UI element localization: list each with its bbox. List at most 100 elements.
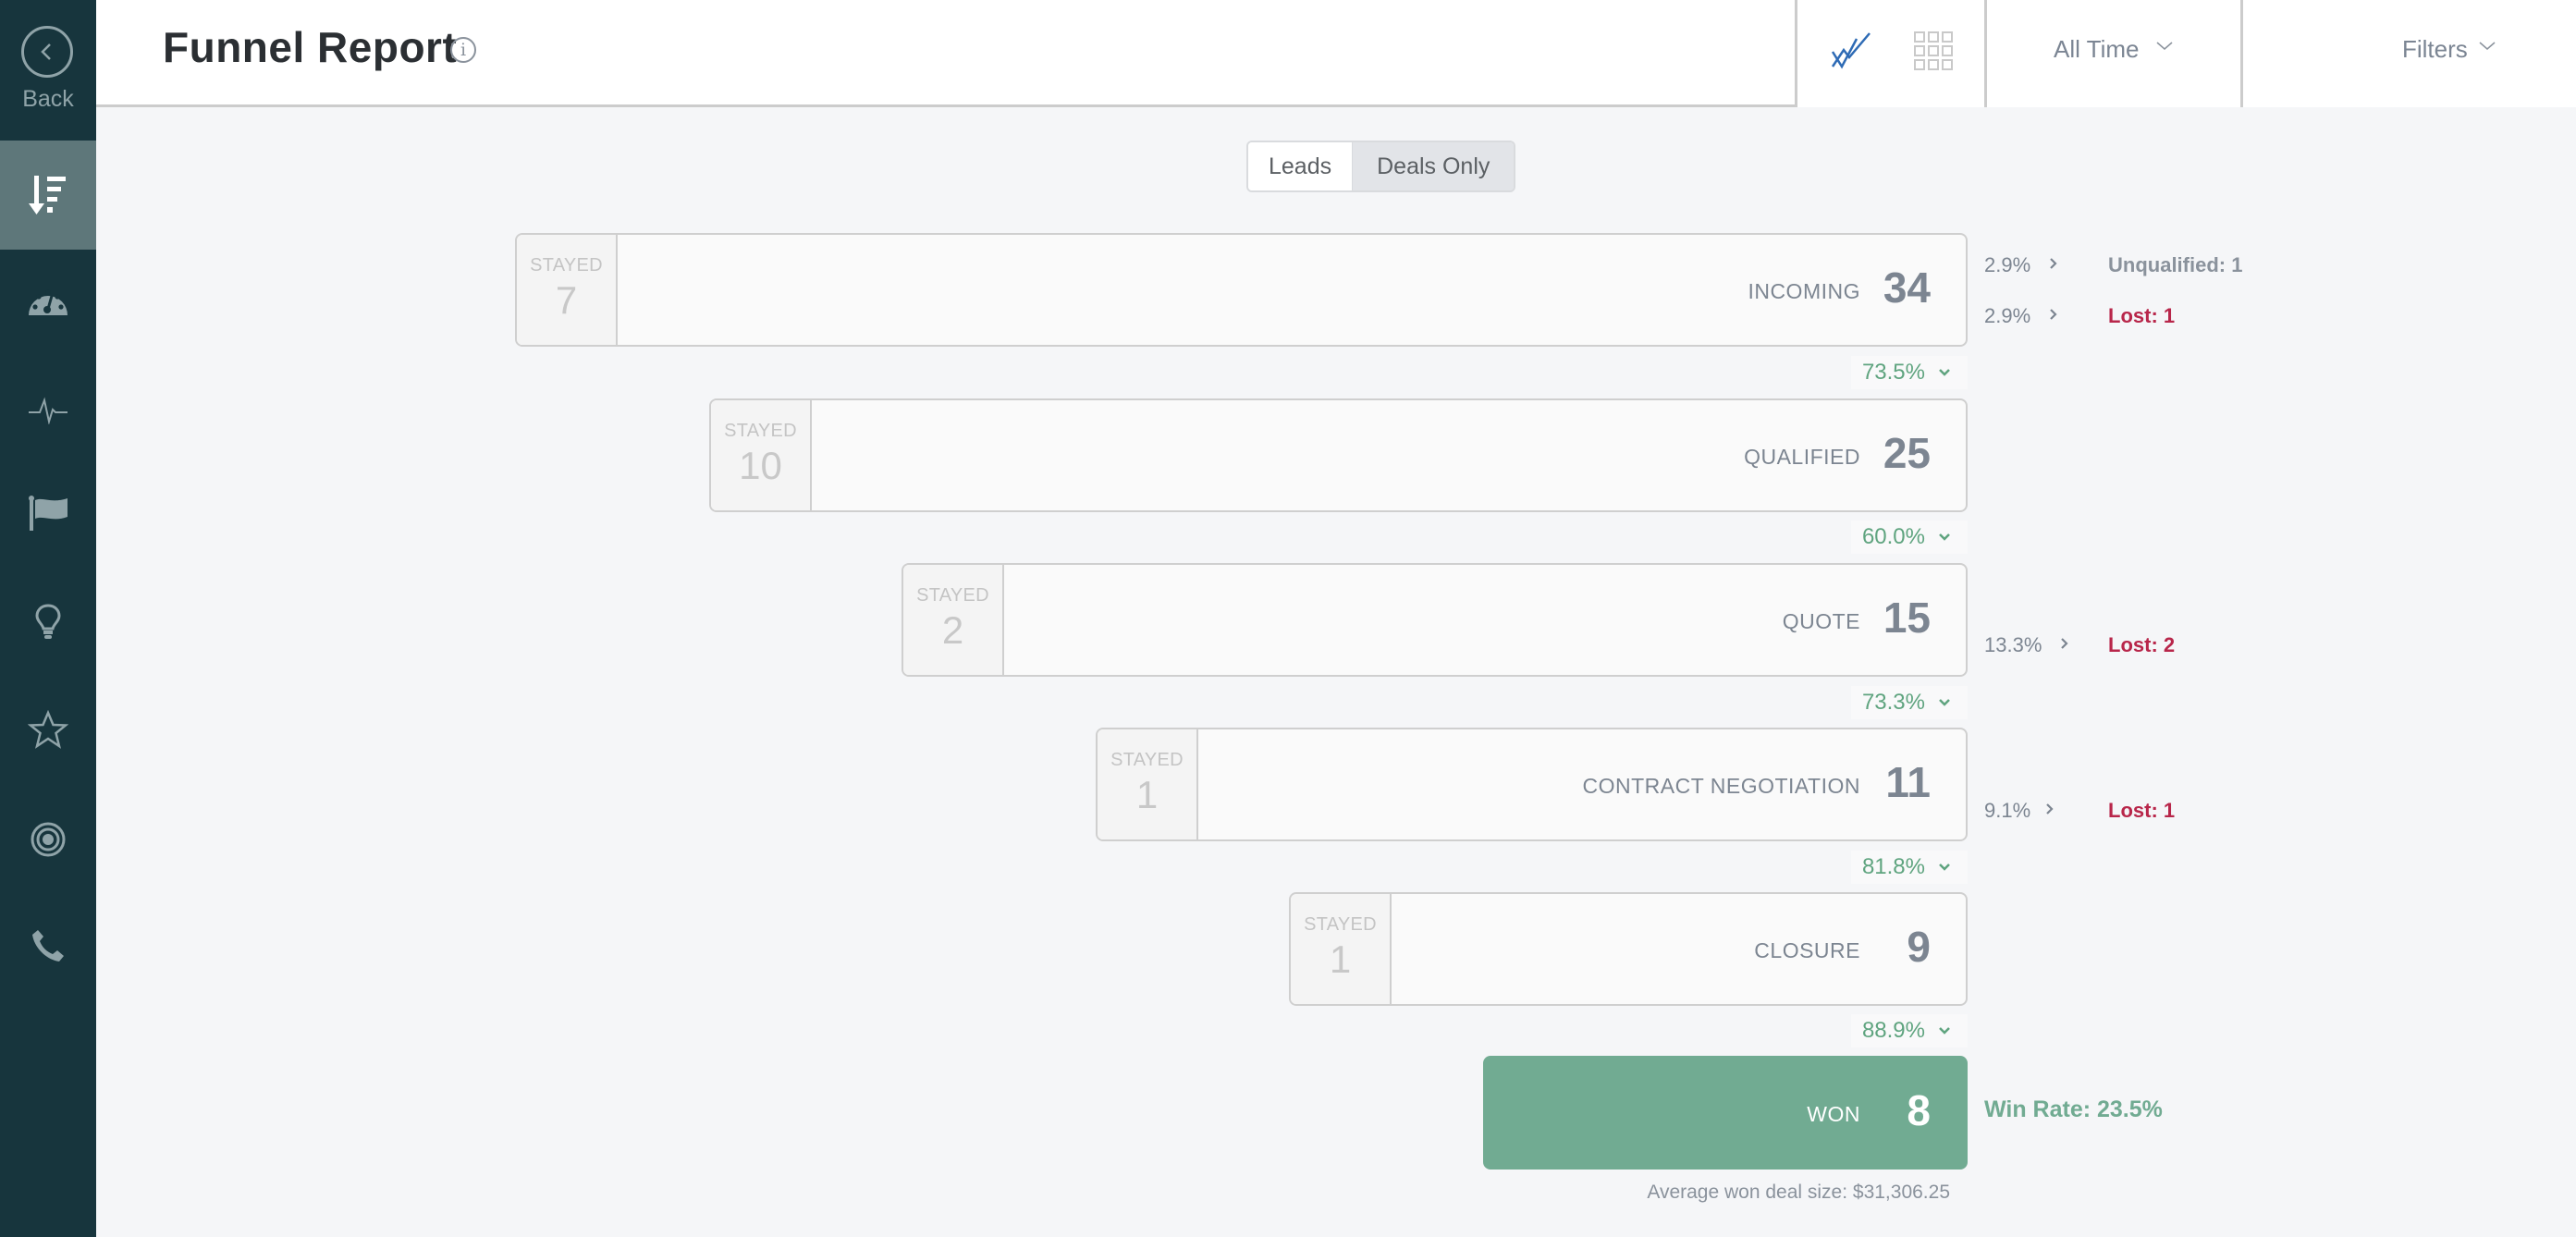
chevron-right-icon: [2049, 308, 2108, 325]
toggle-leads[interactable]: Leads: [1248, 142, 1353, 190]
filters-label: Filters: [2402, 35, 2468, 63]
funnel-stage-closure[interactable]: STAYED 1 CLOSURE 9: [1289, 892, 1968, 1006]
chevron-down-icon: [1939, 1027, 1950, 1035]
chevron-down-icon: [2156, 42, 2173, 50]
sidebar-item-insights[interactable]: [0, 568, 96, 677]
lightbulb-icon: [35, 604, 61, 639]
trend-view-button[interactable]: [1829, 28, 1875, 74]
back-button[interactable]: Back: [0, 0, 96, 129]
funnel-stage-contract-negotiation[interactable]: STAYED 1 CONTRACT NEGOTIATION 11: [1096, 728, 1968, 841]
stayed-label: STAYED: [530, 255, 603, 276]
chevron-right-icon: [2045, 802, 2108, 820]
exit-percent: 9.1%: [1984, 799, 2031, 822]
stayed-label: STAYED: [724, 421, 797, 441]
stayed-value: 1: [1329, 937, 1352, 981]
stage-name: WON: [1807, 1102, 1860, 1126]
sidebar-item-favorites[interactable]: [0, 675, 96, 784]
chevron-down-icon: [1939, 699, 1950, 706]
target-icon: [31, 822, 66, 857]
exit-label: Lost: 1: [2108, 799, 2176, 822]
exit-row-lost[interactable]: 13.3% Lost: 2: [1984, 631, 2175, 659]
exit-row-lost[interactable]: 2.9% Lost: 1: [1984, 302, 2175, 330]
sidebar: Back: [0, 0, 96, 1237]
info-icon[interactable]: i: [450, 37, 476, 63]
funnel-stage-incoming[interactable]: STAYED 7 INCOMING 34: [515, 233, 1968, 347]
conversion-rate[interactable]: 73.3%: [1851, 686, 1968, 719]
sidebar-item-goals[interactable]: [0, 459, 96, 568]
conversion-value: 81.8%: [1861, 854, 1925, 879]
stage-count: 15: [1883, 594, 1931, 642]
sidebar-item-funnel[interactable]: [0, 141, 96, 250]
funnel-stage-quote[interactable]: STAYED 2 QUOTE 15: [902, 563, 1968, 677]
leads-deals-toggle: Leads Deals Only: [1246, 141, 1516, 192]
speedometer-icon: [29, 289, 67, 315]
exit-percent: 2.9%: [1984, 304, 2031, 327]
stage-name: CONTRACT NEGOTIATION: [1582, 774, 1860, 798]
stage-name: QUOTE: [1782, 609, 1860, 633]
stayed-value: 7: [555, 278, 578, 322]
stayed-value: 10: [739, 444, 782, 487]
stayed-value: 1: [1135, 773, 1159, 816]
chevron-right-icon: [2049, 257, 2108, 275]
stayed-label: STAYED: [1304, 914, 1377, 935]
exit-percent: 13.3%: [1984, 633, 2042, 656]
stage-count: 25: [1883, 429, 1931, 477]
stayed-box: STAYED 1: [1291, 894, 1392, 1004]
exit-percent: 2.9%: [1984, 253, 2031, 276]
exit-row-lost[interactable]: 9.1% Lost: 1: [1984, 797, 2175, 825]
chevron-down-icon: [2479, 42, 2496, 50]
stage-name: INCOMING: [1748, 279, 1860, 303]
sidebar-item-activity[interactable]: [0, 356, 96, 465]
stayed-label: STAYED: [916, 585, 989, 606]
stayed-box: STAYED 1: [1098, 729, 1198, 839]
stage-count: 11: [1885, 758, 1931, 806]
chevron-down-icon: [1939, 369, 1950, 376]
stage-name: CLOSURE: [1754, 938, 1860, 962]
time-range-label: All Time: [2054, 35, 2140, 63]
filters-dropdown[interactable]: Filters: [2243, 0, 2576, 107]
chevron-down-icon: [1939, 863, 1950, 871]
stayed-value: 2: [941, 608, 964, 652]
funnel-stage-qualified[interactable]: STAYED 10 QUALIFIED 25: [709, 398, 1968, 512]
back-arrow-icon: [21, 26, 73, 78]
stage-count: 9: [1907, 923, 1931, 971]
funnel-stage-won[interactable]: WON 8: [1483, 1056, 1968, 1170]
trend-check-icon: [1831, 32, 1871, 69]
view-switcher: [1797, 0, 1987, 107]
conversion-value: 88.9%: [1861, 1018, 1925, 1043]
sidebar-item-calls[interactable]: [0, 891, 96, 1000]
conversion-rate[interactable]: 60.0%: [1851, 521, 1968, 554]
flag-icon: [29, 496, 67, 531]
stayed-box: STAYED 7: [517, 235, 618, 345]
exit-label: Lost: 2: [2108, 633, 2176, 656]
stayed-box: STAYED 10: [711, 400, 812, 510]
stayed-label: STAYED: [1110, 750, 1184, 770]
conversion-value: 73.3%: [1861, 690, 1925, 715]
star-icon: [28, 710, 68, 749]
page-title: Funnel Report: [163, 23, 458, 71]
conversion-rate[interactable]: 81.8%: [1851, 851, 1968, 884]
chevron-right-icon: [2060, 637, 2108, 655]
grid-view-button[interactable]: [1910, 28, 1957, 74]
conversion-rate[interactable]: 88.9%: [1851, 1014, 1968, 1047]
funnel-sort-icon: [29, 176, 66, 214]
conversion-value: 60.0%: [1861, 524, 1925, 549]
stage-count: 8: [1907, 1086, 1931, 1134]
phone-icon: [32, 930, 64, 961]
stayed-box: STAYED 2: [903, 565, 1004, 675]
grid-icon: [1914, 31, 1953, 70]
toggle-deals-only[interactable]: Deals Only: [1352, 142, 1515, 190]
exit-label: Unqualified: 1: [2108, 253, 2243, 276]
time-range-dropdown[interactable]: All Time: [1987, 0, 2243, 107]
conversion-rate[interactable]: 73.5%: [1851, 356, 1968, 389]
average-won-deal-size: Average won deal size: $31,306.25: [1647, 1182, 1950, 1203]
pulse-icon: [29, 397, 67, 424]
exit-row-unqualified[interactable]: 2.9% Unqualified: 1: [1984, 251, 2242, 279]
exit-label: Lost: 1: [2108, 304, 2176, 327]
stage-name: QUALIFIED: [1744, 445, 1860, 469]
sidebar-item-targets[interactable]: [0, 785, 96, 894]
chevron-down-icon: [1939, 533, 1950, 541]
sidebar-item-dashboard[interactable]: [0, 246, 96, 355]
back-label: Back: [22, 86, 74, 112]
win-rate: Win Rate: 23.5%: [1984, 1096, 2163, 1122]
